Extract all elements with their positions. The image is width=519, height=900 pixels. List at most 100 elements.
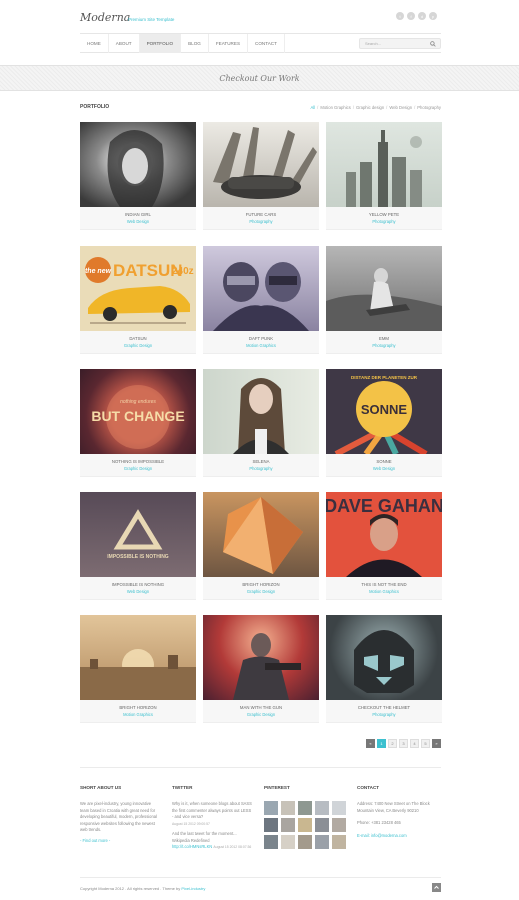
portfolio-item[interactable]: DAFT PUNK Motion Graphics [203,246,319,354]
item-category[interactable]: Photography [249,219,272,224]
item-title[interactable]: SONNE [376,459,391,464]
item-category[interactable]: Photography [372,712,395,717]
portfolio-item[interactable]: SELENA Photography [203,369,319,477]
item-title[interactable]: NOTHING IS IMPOSSIBLE [112,459,164,464]
portfolio-thumbnail[interactable] [80,122,196,207]
item-title[interactable]: BRIGHT HORIZON [119,705,156,710]
filter-graphic-design[interactable]: Graphic design [356,105,384,110]
portfolio-thumbnail[interactable]: the new DATSUN 240z [80,246,196,331]
portfolio-item[interactable]: BRIGHT HORIZON Graphic Design [203,492,319,600]
item-title[interactable]: DATSUN [129,336,146,341]
pinterest-thumb[interactable] [281,801,295,815]
portfolio-item[interactable]: FUTURE CARS Photography [203,122,319,230]
nav-contact[interactable]: CONTACT [248,34,285,53]
pinterest-thumb[interactable] [332,818,346,832]
item-category[interactable]: Photography [372,343,395,348]
filter-all[interactable]: All [311,105,316,110]
nav-features[interactable]: FEATURES [209,34,249,53]
nav-about[interactable]: ABOUT [109,34,140,53]
portfolio-thumbnail[interactable] [326,246,442,331]
item-category[interactable]: Graphic Design [124,343,152,348]
pinterest-thumb[interactable] [281,835,295,849]
portfolio-thumbnail[interactable] [203,615,319,700]
portfolio-thumbnail[interactable] [203,122,319,207]
item-title[interactable]: YELLOW PETE [369,212,399,217]
facebook-icon[interactable]: f [407,12,415,20]
page-button[interactable]: 1 [377,739,386,748]
portfolio-thumbnail[interactable]: DISTANZ DER PLANETEN ZUR SONNE [326,369,442,454]
portfolio-item[interactable]: YELLOW PETE Photography [326,122,442,230]
item-title[interactable]: FUTURE CARS [246,212,277,217]
search-input[interactable]: Search... [359,38,441,49]
pinterest-thumb[interactable] [298,835,312,849]
find-out-more-link[interactable]: - Find out more - [80,838,110,843]
pinterest-icon[interactable]: p [429,12,437,20]
portfolio-item[interactable]: DAVE GAHAN THIS IS NOT THE END Motion Gra… [326,492,442,600]
page-button[interactable]: 3 [399,739,408,748]
pinterest-thumb[interactable] [332,835,346,849]
portfolio-item[interactable]: EMM Photography [326,246,442,354]
item-category[interactable]: Motion Graphics [123,712,153,717]
page-button[interactable]: 5 [421,739,430,748]
portfolio-thumbnail[interactable]: IMPOSSIBLE IS NOTHING [80,492,196,577]
item-category[interactable]: Photography [249,466,272,471]
item-title[interactable]: EMM [379,336,389,341]
item-title[interactable]: IMPOSSIBLE IS NOTHING [112,582,164,587]
item-title[interactable]: BRIGHT HORIZON [242,582,279,587]
nav-blog[interactable]: BLOG [181,34,209,53]
tweet-link[interactable]: http://t.co/HMNsRLKN [172,844,212,849]
item-category[interactable]: Graphic Design [124,466,152,471]
search-icon[interactable] [430,41,436,47]
portfolio-thumbnail[interactable]: DAVE GAHAN [326,492,442,577]
item-category[interactable]: Web Design [127,589,149,594]
portfolio-item[interactable]: BRIGHT HORIZON Motion Graphics [80,615,196,723]
item-title[interactable]: SELENA [253,459,270,464]
portfolio-item[interactable]: IMPOSSIBLE IS NOTHING IMPOSSIBLE IS NOTH… [80,492,196,600]
portfolio-item[interactable]: CHECKOUT THE HELMET Photography [326,615,442,723]
nav-home[interactable]: HOME [80,34,109,53]
portfolio-thumbnail[interactable]: nothing endures BUT CHANGE [80,369,196,454]
pinterest-thumb[interactable] [264,835,278,849]
logo[interactable]: Moderna [80,11,130,24]
item-title[interactable]: MAN WITH THE GUN [240,705,282,710]
portfolio-thumbnail[interactable] [203,369,319,454]
pinterest-thumb[interactable] [298,818,312,832]
back-to-top-button[interactable] [432,883,441,892]
pinterest-thumb[interactable] [315,818,329,832]
portfolio-thumbnail[interactable] [203,492,319,577]
next-page-button[interactable]: » [432,739,441,748]
pinterest-thumb[interactable] [298,801,312,815]
nav-portfolio[interactable]: PORTFOLIO [139,34,182,53]
item-title[interactable]: INDIAN GIRL [125,212,151,217]
portfolio-item[interactable]: DISTANZ DER PLANETEN ZUR SONNE SONNE Web D… [326,369,442,477]
pinterest-thumb[interactable] [264,801,278,815]
pinterest-thumb[interactable] [281,818,295,832]
item-category[interactable]: Web Design [127,219,149,224]
portfolio-item[interactable]: the new DATSUN 240z DATSUN Graphic Design [80,246,196,354]
item-category[interactable]: Web Design [373,466,395,471]
filter-motion-graphics[interactable]: Motion Graphics [320,105,351,110]
portfolio-thumbnail[interactable] [326,615,442,700]
page-button[interactable]: 2 [388,739,397,748]
page-button[interactable]: 4 [410,739,419,748]
portfolio-thumbnail[interactable] [326,122,442,207]
theme-author-link[interactable]: Pixel-industry [181,886,205,891]
item-category[interactable]: Motion Graphics [246,343,276,348]
prev-page-button[interactable]: « [366,739,375,748]
item-title[interactable]: CHECKOUT THE HELMET [358,705,410,710]
pinterest-thumb[interactable] [315,835,329,849]
item-title[interactable]: DAFT PUNK [249,336,273,341]
portfolio-thumbnail[interactable] [80,615,196,700]
portfolio-item[interactable]: nothing endures BUT CHANGE NOTHING IS IMP… [80,369,196,477]
item-title[interactable]: THIS IS NOT THE END [361,582,406,587]
pinterest-thumb[interactable] [315,801,329,815]
twitter-icon[interactable]: t [396,12,404,20]
filter-web-design[interactable]: Web Design [389,105,412,110]
contact-email-link[interactable]: E-mail: info@moderna.com [357,833,407,838]
item-category[interactable]: Motion Graphics [369,589,399,594]
item-category[interactable]: Graphic Design [247,589,275,594]
portfolio-thumbnail[interactable] [203,246,319,331]
portfolio-item[interactable]: MAN WITH THE GUN Graphic Design [203,615,319,723]
dribbble-icon[interactable]: d [418,12,426,20]
pinterest-thumb[interactable] [332,801,346,815]
